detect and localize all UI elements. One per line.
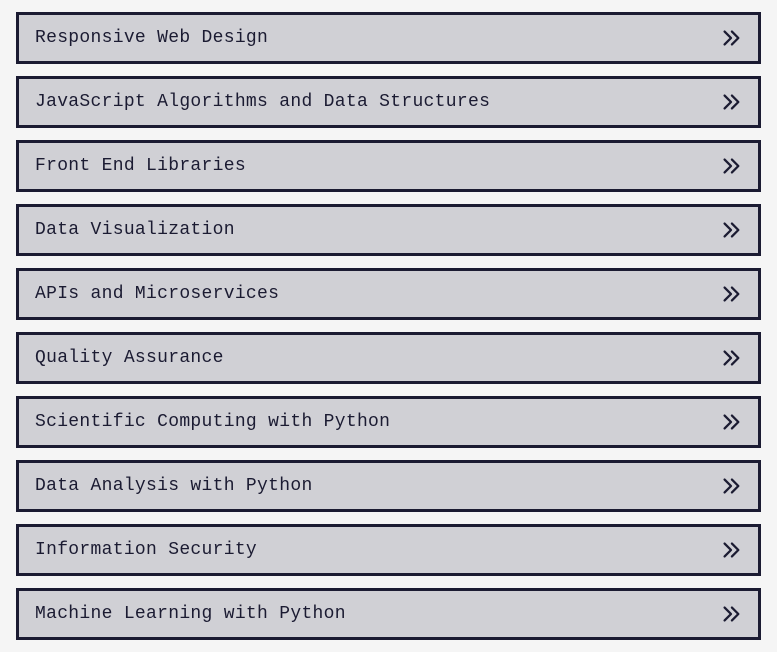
course-item-front-end-libraries[interactable]: Front End Libraries [16,140,761,192]
double-chevron-right-icon [720,539,742,561]
course-label: Machine Learning with Python [35,604,346,624]
course-label: Data Visualization [35,220,235,240]
course-label: Information Security [35,540,257,560]
course-item-apis-microservices[interactable]: APIs and Microservices [16,268,761,320]
course-item-information-security[interactable]: Information Security [16,524,761,576]
course-item-javascript-algorithms[interactable]: JavaScript Algorithms and Data Structure… [16,76,761,128]
course-item-quality-assurance[interactable]: Quality Assurance [16,332,761,384]
course-item-data-visualization[interactable]: Data Visualization [16,204,761,256]
double-chevron-right-icon [720,155,742,177]
course-item-data-analysis-python[interactable]: Data Analysis with Python [16,460,761,512]
course-label: Scientific Computing with Python [35,412,390,432]
course-item-machine-learning-python[interactable]: Machine Learning with Python [16,588,761,640]
double-chevron-right-icon [720,347,742,369]
course-item-responsive-web-design[interactable]: Responsive Web Design [16,12,761,64]
course-label: Quality Assurance [35,348,224,368]
double-chevron-right-icon [720,603,742,625]
course-label: Data Analysis with Python [35,476,313,496]
course-label: APIs and Microservices [35,284,279,304]
double-chevron-right-icon [720,219,742,241]
course-label: JavaScript Algorithms and Data Structure… [35,92,490,112]
double-chevron-right-icon [720,475,742,497]
course-list: Responsive Web Design JavaScript Algorit… [16,12,761,640]
double-chevron-right-icon [720,283,742,305]
course-label: Front End Libraries [35,156,246,176]
double-chevron-right-icon [720,91,742,113]
double-chevron-right-icon [720,27,742,49]
course-label: Responsive Web Design [35,28,268,48]
course-item-scientific-computing-python[interactable]: Scientific Computing with Python [16,396,761,448]
double-chevron-right-icon [720,411,742,433]
